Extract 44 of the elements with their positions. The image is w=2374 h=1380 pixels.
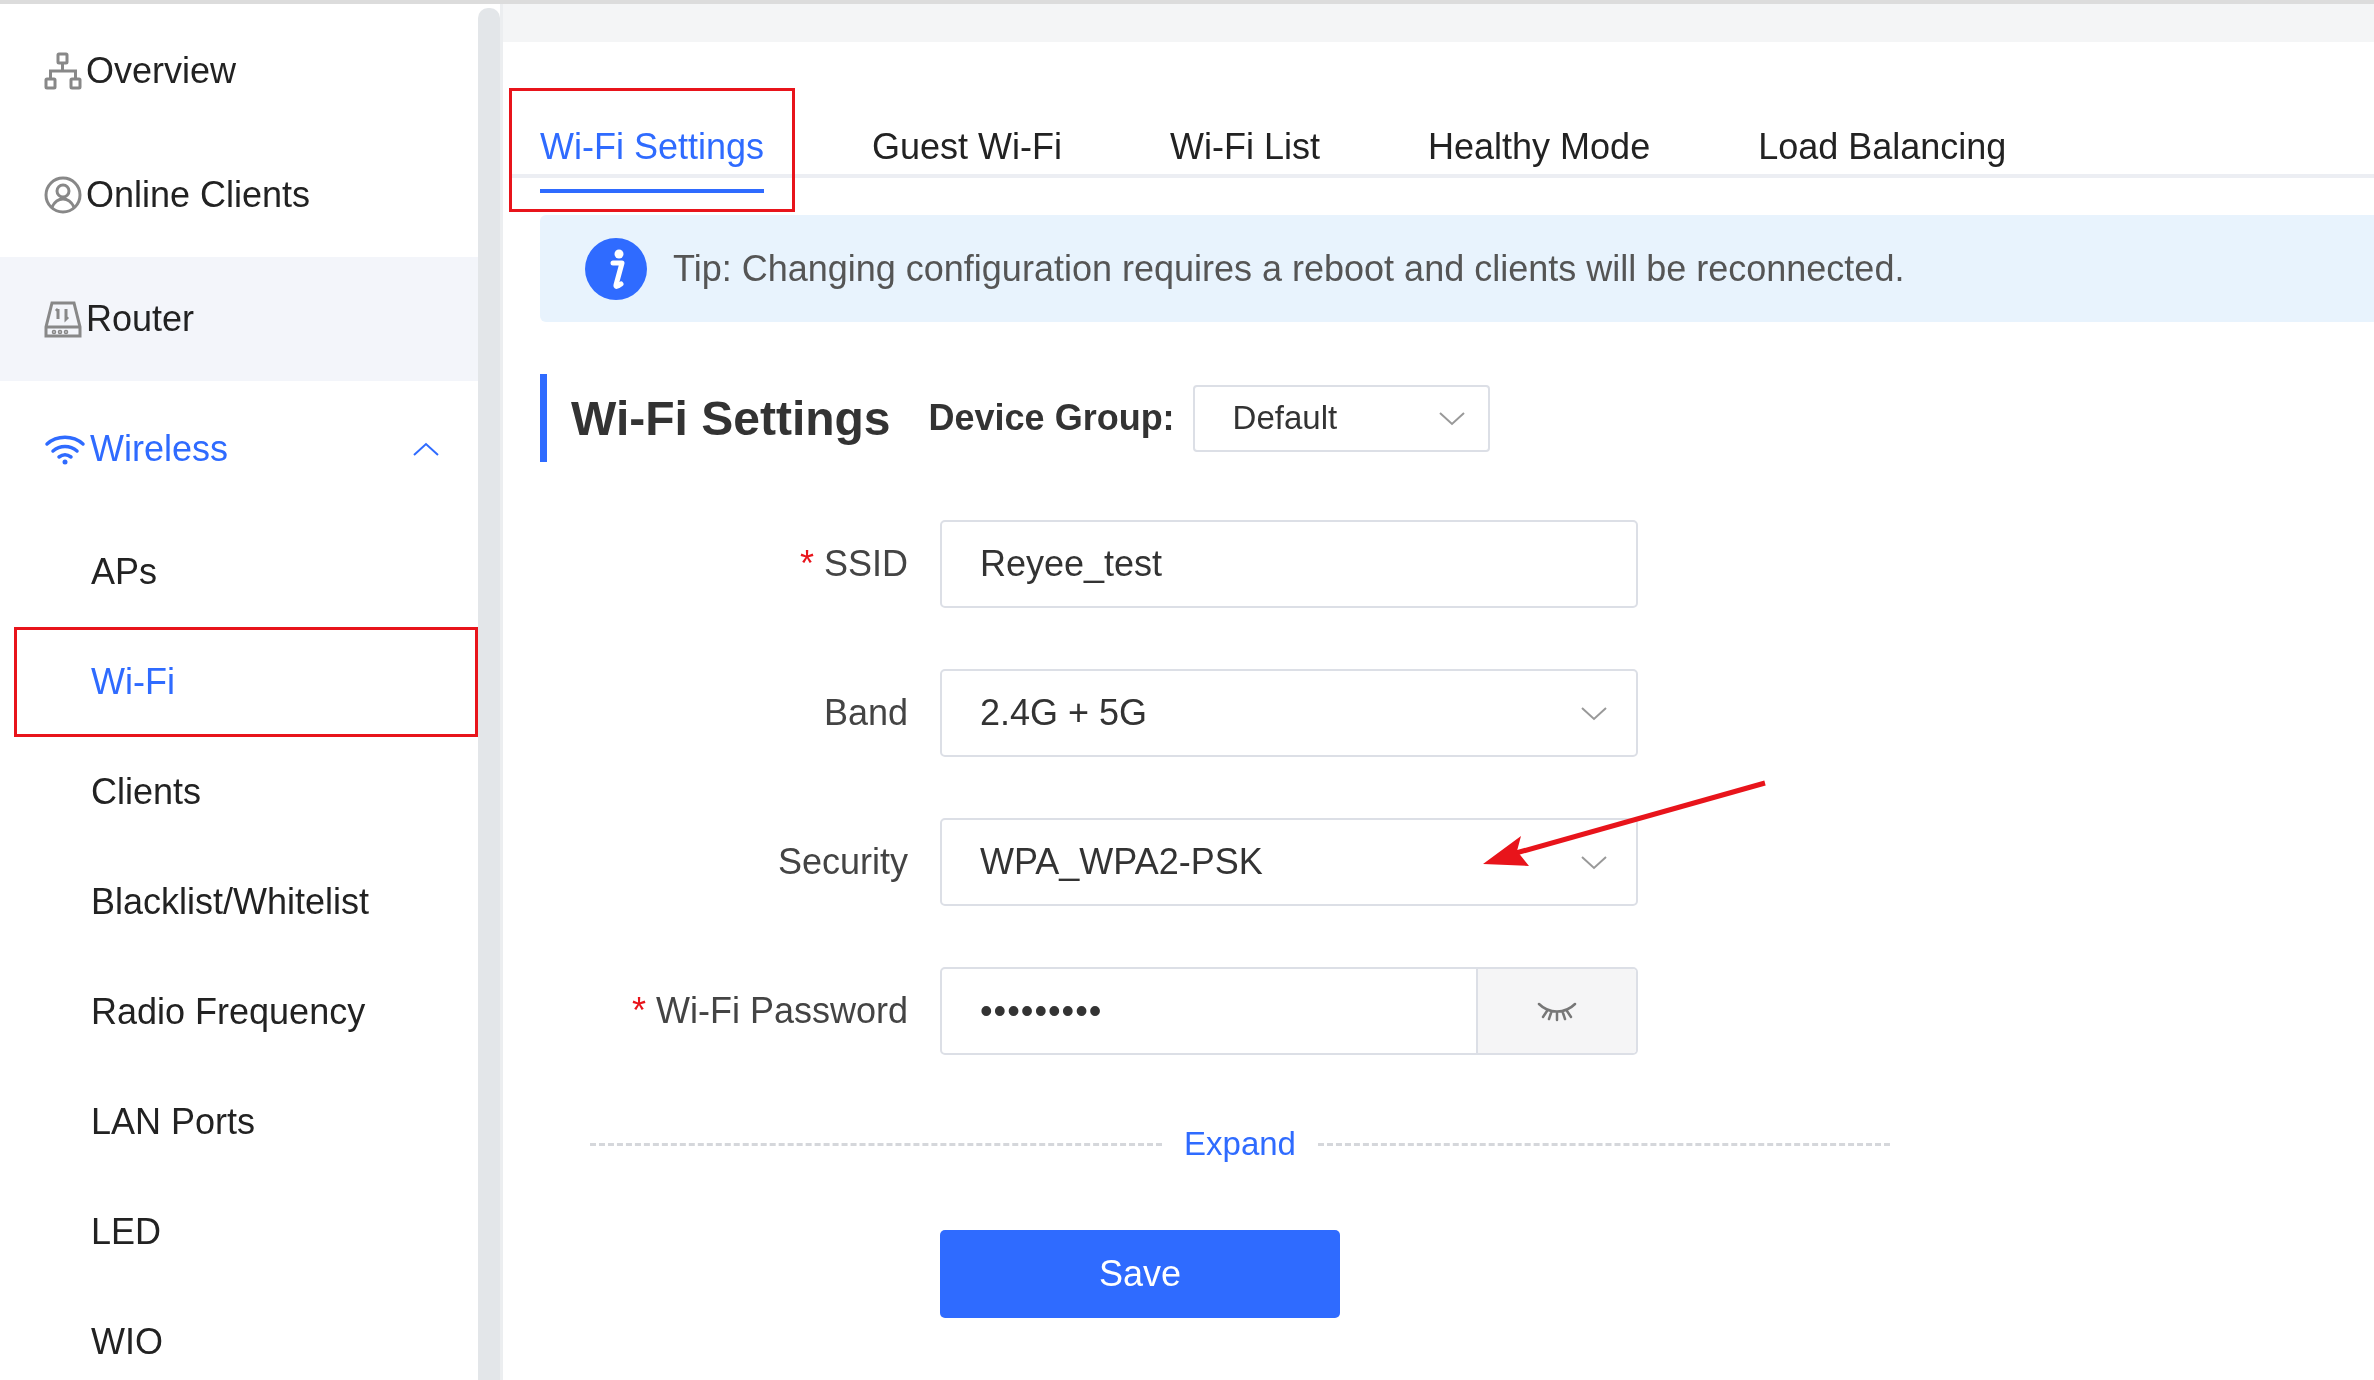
submenu-item[interactable]: WIO xyxy=(14,1287,478,1380)
tab[interactable]: Wi-Fi List xyxy=(1139,88,1352,212)
submenu-item[interactable]: Wi-Fi xyxy=(14,627,478,737)
chevron-down-icon xyxy=(1580,854,1608,870)
sidebar-item[interactable]: Overview xyxy=(0,9,478,133)
scrollbar[interactable] xyxy=(478,8,500,1380)
eye-closed-icon[interactable] xyxy=(1476,969,1636,1053)
sidebar-item[interactable]: Online Clients xyxy=(0,133,478,257)
device-group-select[interactable]: Default xyxy=(1192,384,1490,452)
submenu-item[interactable]: LED xyxy=(14,1177,478,1287)
submenu-item[interactable]: Blacklist/Whitelist xyxy=(14,847,478,957)
select-field[interactable]: WPA_WPA2-PSK xyxy=(940,818,1638,906)
router-icon xyxy=(44,300,82,338)
sidebar-item[interactable]: Router xyxy=(0,257,478,381)
chevron-down-icon xyxy=(1437,410,1466,426)
tab[interactable]: Guest Wi-Fi xyxy=(841,88,1094,212)
expand-link[interactable]: Expand xyxy=(1184,1125,1296,1163)
sidebar-item-label: Router xyxy=(86,298,196,340)
sidebar-item[interactable]: Wireless xyxy=(0,381,478,517)
field-label: * SSID xyxy=(798,543,908,585)
password-field[interactable]: ••••••••• xyxy=(940,967,1638,1055)
select-field[interactable]: 2.4G + 5G xyxy=(940,669,1638,757)
save-button[interactable]: Save xyxy=(940,1230,1340,1318)
submenu-item[interactable]: APs xyxy=(14,517,478,627)
submenu-item[interactable]: LAN Ports xyxy=(14,1067,478,1177)
field-label: Security xyxy=(776,841,908,883)
section-title: Wi-Fi Settings xyxy=(571,390,891,446)
tip-text: Tip: Changing configuration requires a reboot and clients will be reconnected. xyxy=(673,247,1905,290)
info-icon xyxy=(585,237,647,300)
sidebar-item-label: Overview xyxy=(86,50,238,92)
sidebar-item-label: Wireless xyxy=(90,428,229,470)
sidebar-item-label: Online Clients xyxy=(86,174,312,216)
device-group-label: Device Group: xyxy=(928,397,1175,439)
chevron-down-icon xyxy=(1580,705,1608,721)
user-icon xyxy=(44,176,82,214)
tab[interactable]: Load Balancing xyxy=(1727,88,2038,212)
submenu-item[interactable]: Radio Frequency xyxy=(14,957,478,1067)
tab[interactable]: Healthy Mode xyxy=(1397,88,1682,212)
field-label: * Wi-Fi Password xyxy=(630,990,908,1032)
field-label: Band xyxy=(822,692,908,734)
network-icon xyxy=(44,52,82,90)
tab[interactable]: Wi-Fi Settings xyxy=(509,88,796,212)
input-field[interactable]: Reyee_test xyxy=(940,520,1638,608)
submenu-item[interactable]: Clients xyxy=(14,737,478,847)
